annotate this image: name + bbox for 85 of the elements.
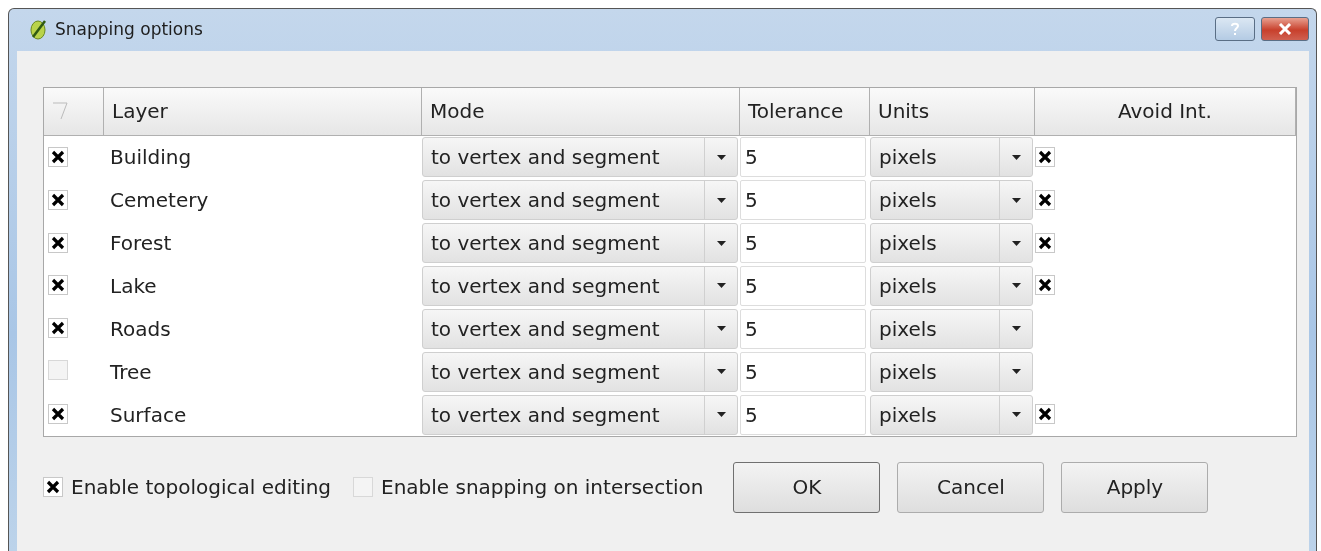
option-checkbox[interactable] <box>353 477 374 497</box>
layer-name: Forest <box>109 231 173 256</box>
check-mark-icon <box>46 480 60 494</box>
caret-icon <box>1011 412 1021 418</box>
check-mark-icon <box>1038 407 1052 422</box>
column-header[interactable]: Layer <box>104 88 422 136</box>
layer-checkbox[interactable] <box>48 232 68 253</box>
check-mark-icon <box>1038 149 1052 164</box>
layer-checkbox[interactable] <box>48 189 68 210</box>
dialog-button[interactable]: OK <box>733 461 881 513</box>
tolerance-field[interactable]: 5 <box>740 308 866 349</box>
option-checkbox[interactable] <box>43 477 63 497</box>
units-dropdown[interactable]: pixels <box>870 137 1033 178</box>
avoid-intersection-checkbox[interactable] <box>1035 146 1055 167</box>
tolerance-field[interactable]: 5 <box>740 394 866 435</box>
caret-icon <box>716 154 726 160</box>
mode-dropdown[interactable]: to vertex and segment <box>422 308 738 349</box>
tolerance-field[interactable]: 5 <box>740 180 866 221</box>
check-mark-icon <box>1038 192 1052 207</box>
window-title: Snapping options <box>55 19 204 39</box>
column-header[interactable]: Avoid Int. <box>1035 88 1296 136</box>
close-button[interactable] <box>1261 17 1309 41</box>
avoid-intersection-checkbox[interactable] <box>1035 275 1055 296</box>
layer-checkbox[interactable] <box>48 318 68 339</box>
caret-icon <box>716 197 726 203</box>
mode-dropdown[interactable]: to vertex and segment <box>422 351 738 392</box>
units-dropdown[interactable]: pixels <box>870 308 1033 349</box>
caret-icon <box>1011 240 1021 246</box>
check-mark-icon <box>51 235 65 250</box>
caret-icon <box>716 283 726 289</box>
caret-icon <box>716 369 726 375</box>
caret-icon <box>1011 197 1021 203</box>
pencil-leaf-icon <box>29 18 49 40</box>
layer-name: Tree <box>109 359 153 384</box>
tolerance-field[interactable]: 5 <box>740 137 866 178</box>
layer-name: Cemetery <box>109 188 210 213</box>
layer-name: Building <box>109 145 193 170</box>
dialog-button[interactable]: Apply <box>1061 461 1209 513</box>
layer-checkbox[interactable] <box>48 404 68 425</box>
avoid-intersection-checkbox[interactable] <box>1035 189 1055 210</box>
caret-icon <box>716 240 726 246</box>
option-label: Enable snapping on intersection <box>381 475 704 499</box>
caret-icon <box>716 412 726 418</box>
layer-checkbox[interactable] <box>48 146 68 167</box>
column-header[interactable]: Mode <box>422 88 740 136</box>
caret-icon <box>1011 154 1021 160</box>
caret-icon <box>716 326 726 332</box>
caret-icon <box>1011 326 1021 332</box>
units-dropdown[interactable]: pixels <box>870 180 1033 221</box>
tolerance-field[interactable]: 5 <box>740 265 866 306</box>
mode-dropdown[interactable]: to vertex and segment <box>422 265 738 306</box>
check-mark-icon <box>51 321 65 336</box>
column-header[interactable]: Units <box>870 88 1035 136</box>
layer-name: Surface <box>109 402 188 427</box>
layer-name: Roads <box>109 316 172 341</box>
units-dropdown[interactable]: pixels <box>870 265 1033 306</box>
layer-name: Lake <box>109 273 158 298</box>
layer-checkbox[interactable] <box>48 359 68 380</box>
units-dropdown[interactable]: pixels <box>870 351 1033 392</box>
caret-icon <box>1011 283 1021 289</box>
check-mark-icon <box>51 149 65 164</box>
units-dropdown[interactable]: pixels <box>870 223 1033 264</box>
help-button[interactable] <box>1215 17 1255 41</box>
check-mark-icon <box>51 192 65 207</box>
tolerance-field[interactable]: 5 <box>740 223 866 264</box>
option-label: Enable topological editing <box>71 475 332 499</box>
mode-dropdown[interactable]: to vertex and segment <box>422 137 738 178</box>
tolerance-field[interactable]: 5 <box>740 351 866 392</box>
units-dropdown[interactable]: pixels <box>870 394 1033 435</box>
check-mark-icon <box>51 407 65 422</box>
avoid-intersection-checkbox[interactable] <box>1035 404 1055 425</box>
close-icon <box>1278 23 1292 35</box>
mode-dropdown[interactable]: to vertex and segment <box>422 223 738 264</box>
dialog-button[interactable]: Cancel <box>897 461 1045 513</box>
caret-icon <box>1011 369 1021 375</box>
check-mark-icon <box>1038 235 1052 250</box>
mode-dropdown[interactable]: to vertex and segment <box>422 180 738 221</box>
check-mark-icon <box>51 278 65 293</box>
layer-checkbox[interactable] <box>48 275 68 296</box>
sort-indicator-icon <box>52 102 68 121</box>
column-header[interactable]: Tolerance <box>740 88 870 136</box>
check-mark-icon <box>1038 278 1052 293</box>
mode-dropdown[interactable]: to vertex and segment <box>422 394 738 435</box>
avoid-intersection-checkbox[interactable] <box>1035 232 1055 253</box>
help-icon <box>1230 22 1240 36</box>
